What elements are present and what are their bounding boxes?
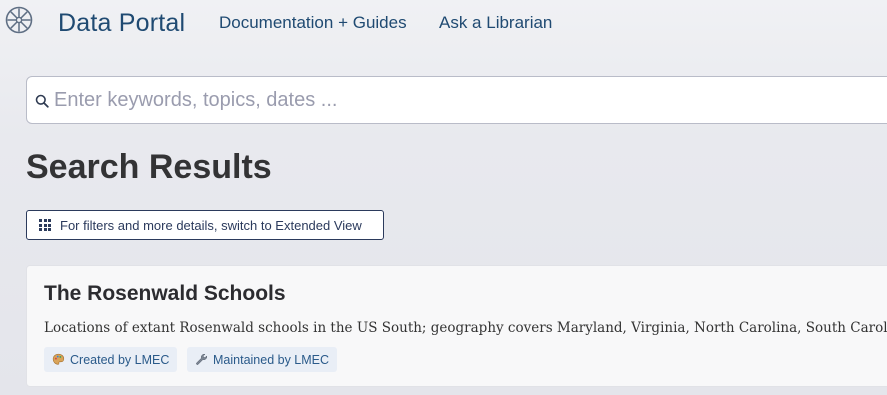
extended-view-button[interactable]: For filters and more details, switch to …	[26, 210, 384, 240]
wrench-icon	[196, 353, 208, 365]
top-nav-bar: Data Portal Documentation + Guides Ask a…	[0, 0, 887, 46]
tag-maintained-by-label: Maintained by LMEC	[213, 352, 330, 367]
search-icon	[35, 94, 49, 108]
tag-created-by-label: Created by LMEC	[70, 352, 170, 367]
extended-view-button-label: For filters and more details, switch to …	[60, 217, 362, 233]
nav-link-documentation[interactable]: Documentation + Guides	[219, 12, 407, 34]
site-brand-link[interactable]: Data Portal	[58, 7, 185, 39]
tag-created-by[interactable]: Created by LMEC	[44, 347, 178, 372]
result-title[interactable]: The Rosenwald Schools	[44, 281, 286, 307]
search-bar	[26, 76, 887, 124]
result-description: Locations of extant Rosenwald schools in…	[44, 320, 887, 336]
result-card[interactable]: The Rosenwald Schools Locations of extan…	[26, 265, 887, 387]
page-title: Search Results	[26, 148, 272, 186]
grid-icon	[39, 219, 51, 231]
palette-icon	[52, 353, 65, 365]
compass-rose-icon[interactable]	[5, 6, 33, 34]
tag-maintained-by[interactable]: Maintained by LMEC	[187, 347, 338, 372]
nav-link-ask-librarian[interactable]: Ask a Librarian	[439, 12, 552, 34]
search-input[interactable]	[54, 77, 887, 123]
